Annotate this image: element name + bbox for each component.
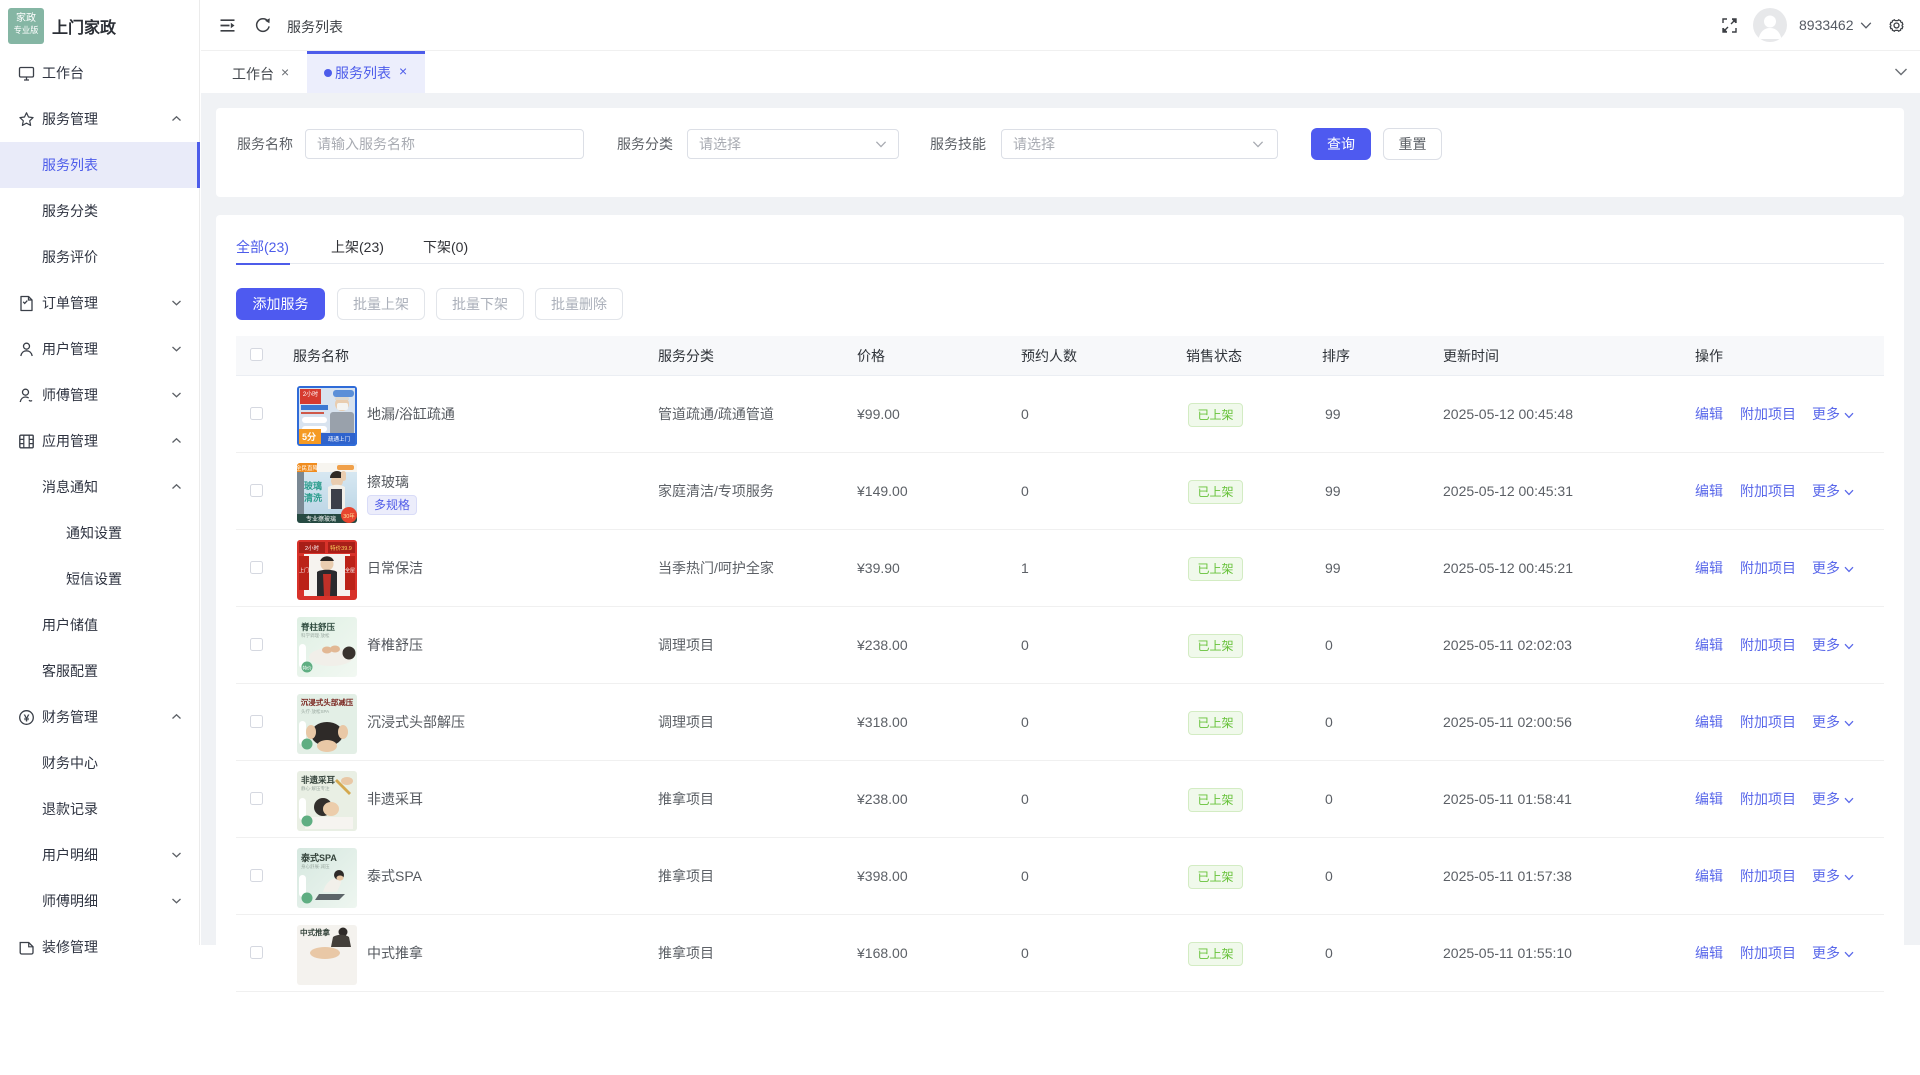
svg-text:¥: ¥: [24, 712, 30, 724]
svg-text:疏通上门: 疏通上门: [328, 435, 350, 443]
svg-text:全民直降: 全民直降: [297, 464, 318, 472]
svg-text:中式推拿: 中式推拿: [300, 927, 330, 937]
svg-text:30年: 30年: [343, 512, 355, 520]
svg-text:专业擦玻璃: 专业擦玻璃: [306, 515, 336, 523]
svg-text:脊柱舒压: 脊柱舒压: [300, 622, 336, 632]
svg-text:特价39.9: 特价39.9: [330, 544, 352, 552]
svg-text:玻璃: 玻璃: [304, 480, 322, 491]
svg-text:静心·解压专注: 静心·解压专注: [301, 785, 330, 792]
svg-text:上门: 上门: [299, 567, 309, 574]
svg-text:清洗: 清洗: [304, 492, 322, 503]
svg-text:沉浸式头部减压: 沉浸式头部减压: [301, 697, 354, 707]
svg-text:特价: 特价: [303, 665, 312, 671]
svg-text:2小时: 2小时: [303, 390, 318, 398]
svg-text:5分: 5分: [302, 431, 316, 442]
svg-text:科学调理·放松: 科学调理·放松: [301, 632, 330, 639]
svg-text:身心舒展·减压: 身心舒展·减压: [301, 863, 330, 870]
svg-text:2小时: 2小时: [305, 544, 320, 552]
svg-text:全屋: 全屋: [345, 567, 355, 574]
svg-text:头疗·放松SPA: 头疗·放松SPA: [301, 708, 329, 715]
svg-text:泰式SPA: 泰式SPA: [300, 852, 337, 863]
svg-text:非遗采耳: 非遗采耳: [301, 775, 336, 785]
